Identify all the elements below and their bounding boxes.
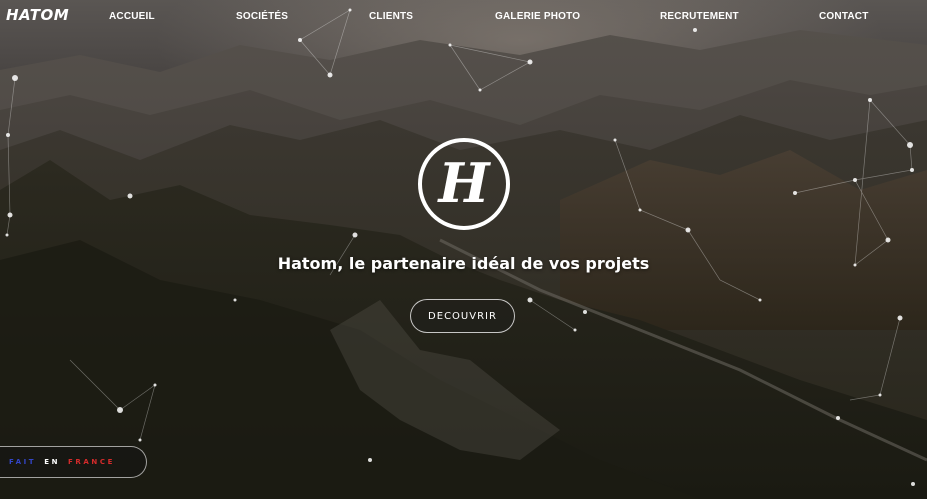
fait-en-france-badge[interactable]: FAIT EN FRANCE [0,446,147,478]
badge-word-france: FRANCE [68,458,115,466]
decouvrir-button[interactable]: DECOUVRIR [410,299,515,333]
emblem-letter: H [436,151,491,215]
badge-word-en: EN [44,458,61,466]
nav-item-contact[interactable]: CONTACT [819,11,869,22]
badge-word-fait: FAIT [9,458,37,466]
nav-item-galerie-photo[interactable]: GALERIE PHOTO [495,11,580,22]
hero-background [0,0,927,499]
constellation-network-overlay [5,8,915,486]
main-navigation: ACCUEIL SOCIÉTÉS CLIENTS GALERIE PHOTO R… [0,11,927,27]
nav-item-societes[interactable]: SOCIÉTÉS [236,11,288,22]
hero-tagline: Hatom, le partenaire idéal de vos projet… [277,254,650,273]
nav-item-clients[interactable]: CLIENTS [369,11,413,22]
nav-item-accueil[interactable]: ACCUEIL [109,11,155,22]
hatom-emblem-icon: H [418,138,510,230]
nav-item-recrutement[interactable]: RECRUTEMENT [660,11,739,22]
